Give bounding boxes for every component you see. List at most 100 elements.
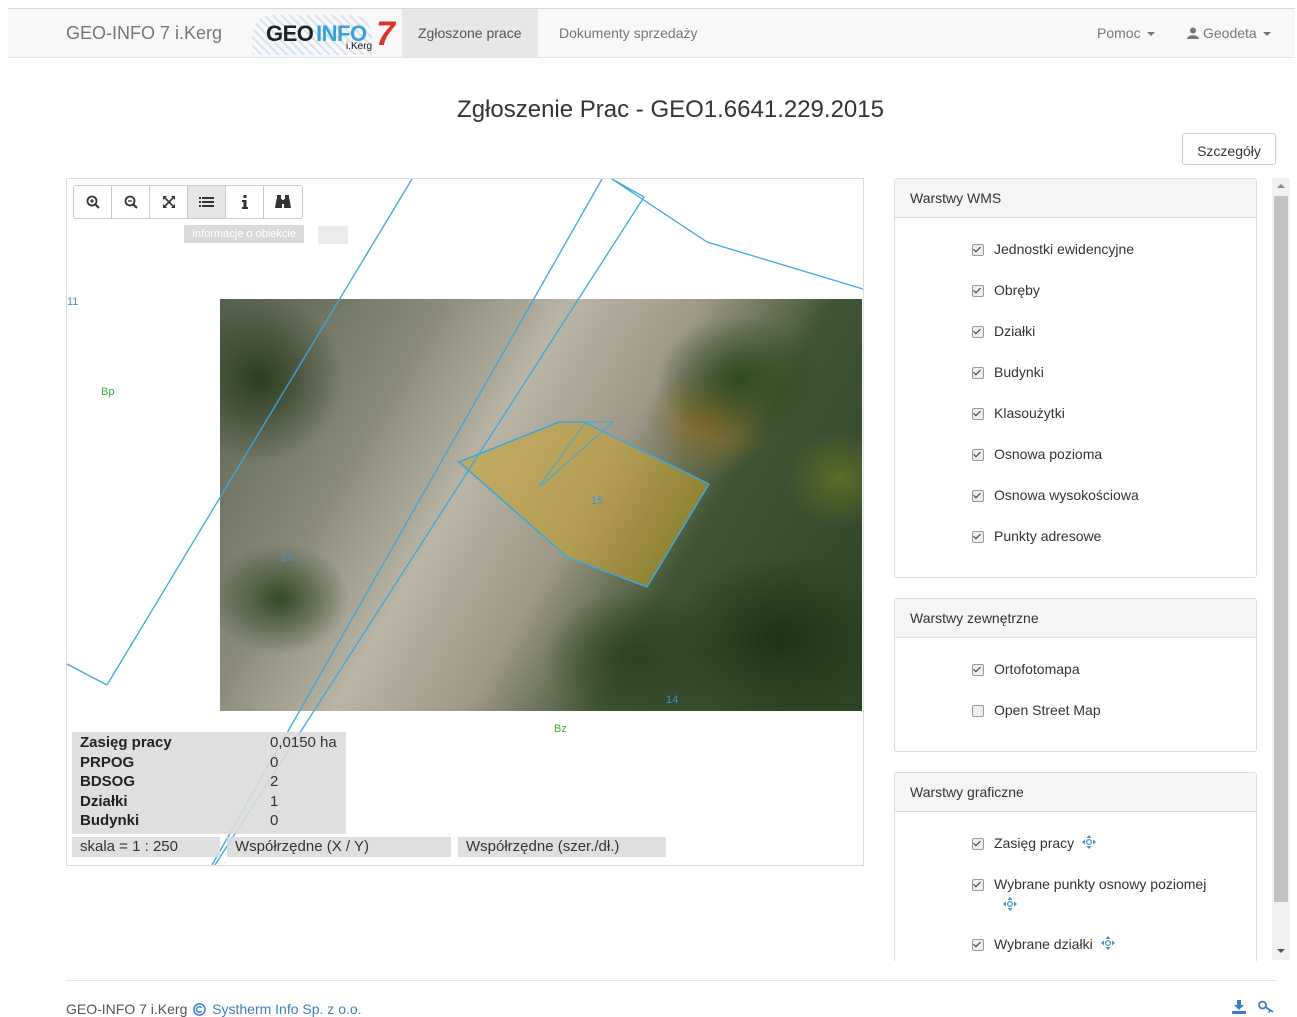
stat-value: 0 <box>270 753 279 771</box>
user-label: Geodeta <box>1203 25 1257 41</box>
panel-title: Warstwy WMS <box>895 179 1256 218</box>
geoinfo-logo[interactable]: GEO INFO 7 i.Kerg <box>248 15 400 55</box>
details-button[interactable]: Szczegóły <box>1182 133 1276 165</box>
locate-icon[interactable] <box>1003 897 1017 911</box>
checkbox[interactable] <box>972 838 984 850</box>
stat-key: Działki <box>80 792 128 810</box>
key-icon[interactable] <box>1258 1000 1274 1014</box>
user-menu[interactable]: Geodeta <box>1187 9 1271 57</box>
locate-icon[interactable] <box>1100 936 1115 950</box>
map-toolbar <box>73 185 303 219</box>
checkbox[interactable] <box>972 449 984 461</box>
parcel-boundary <box>67 663 108 686</box>
checkbox[interactable] <box>972 705 984 717</box>
tab-zgloszone-prace[interactable]: Zgłoszone prace <box>402 9 538 57</box>
layer-osnowa-wysokosciowa[interactable]: Osnowa wysokościowa <box>972 487 1139 503</box>
stat-row: PRPOG 0 <box>72 754 346 774</box>
layer-open-street-map[interactable]: Open Street Map <box>972 702 1101 718</box>
binoculars-button[interactable] <box>264 186 302 218</box>
checkbox[interactable] <box>972 285 984 297</box>
work-area-polygon <box>457 421 711 588</box>
layer-obreby[interactable]: Obręby <box>972 282 1040 298</box>
layer-label: Zasięg pracy <box>994 835 1075 851</box>
layer-jednostki-ewidencyjne[interactable]: Jednostki ewidencyjne <box>972 241 1134 257</box>
footer: GEO-INFO 7 i.Kerg Systherm Info Sp. z o.… <box>66 1001 362 1017</box>
user-icon <box>1187 27 1199 39</box>
map-view[interactable]: 11 Bp 13 15 14 Bz Informacje o obiekcie … <box>66 178 864 866</box>
zoom-out-icon <box>124 195 138 209</box>
layer-label: Wybrane działki <box>994 936 1093 952</box>
checkbox[interactable] <box>972 408 984 420</box>
layer-budynki[interactable]: Budynki <box>972 364 1044 380</box>
parcel-label-13: 13 <box>281 552 294 564</box>
coordinates-xy-readout: Współrzędne (X / Y) <box>227 837 451 857</box>
scrollbar-thumb[interactable] <box>1274 196 1288 902</box>
parcel-boundary <box>611 179 708 243</box>
stat-row: Działki 1 <box>72 793 346 813</box>
scroll-down-icon[interactable] <box>1277 949 1285 953</box>
parcel-boundary <box>706 241 863 290</box>
scale-readout: skala = 1 : 250 <box>72 837 220 857</box>
stat-key: PRPOG <box>80 753 135 771</box>
chevron-down-icon <box>1146 32 1155 37</box>
layer-wybrane-punkty-osnowy[interactable]: Wybrane punkty osnowy poziomej <box>972 876 1232 892</box>
panel-external-layers: Warstwy zewnętrzne Ortofotomapa Open Str… <box>894 598 1257 752</box>
checkbox[interactable] <box>972 939 984 951</box>
panel-title: Warstwy graficzne <box>895 773 1256 812</box>
layer-punkty-adresowe[interactable]: Punkty adresowe <box>972 528 1101 544</box>
layer-wybrane-dzialki[interactable]: Wybrane działki <box>972 936 1115 952</box>
parcel-boundary <box>611 179 645 198</box>
zoom-in-button[interactable] <box>74 186 112 218</box>
help-menu[interactable]: Pomoc <box>1097 9 1155 57</box>
work-stats-box: Zasięg pracy 0,0150 ha PRPOG 0 BDSOG 2 Dzia… <box>72 732 346 834</box>
info-icon <box>241 195 248 209</box>
footer-divider <box>66 980 1276 981</box>
zoom-out-button[interactable] <box>112 186 150 218</box>
list-button[interactable] <box>188 186 226 218</box>
layer-label: Klasoużytki <box>994 405 1065 421</box>
footer-brand: GEO-INFO 7 i.Kerg <box>66 1001 188 1017</box>
stat-value: 0 <box>270 812 279 829</box>
scroll-up-icon[interactable] <box>1277 184 1285 188</box>
fullscreen-button[interactable] <box>150 186 188 218</box>
checkbox[interactable] <box>972 490 984 502</box>
footer-icons <box>1232 1000 1274 1014</box>
copyright-icon <box>193 1003 207 1016</box>
checkbox[interactable] <box>972 664 984 676</box>
download-icon[interactable] <box>1232 1000 1246 1014</box>
parcel-label-15: 15 <box>591 495 604 507</box>
tab-dokumenty-sprzedazy[interactable]: Dokumenty sprzedaży <box>543 9 714 57</box>
panel-graphic-layers: Warstwy graficzne Zasięg pracy Wybrane p… <box>894 772 1257 961</box>
brand-link[interactable]: GEO-INFO 7 i.Kerg <box>66 23 222 44</box>
parcel-label-14: 14 <box>666 694 679 706</box>
stat-key: Budynki <box>80 812 140 829</box>
land-use-label-bz: Bz <box>554 723 567 735</box>
checkbox[interactable] <box>972 367 984 379</box>
panel-wms-layers: Warstwy WMS Jednostki ewidencyjne Obręby… <box>894 178 1257 578</box>
locate-icon[interactable] <box>1082 835 1097 849</box>
layer-label: Obręby <box>994 282 1040 298</box>
stat-key: BDSOG <box>80 773 136 790</box>
checkbox[interactable] <box>972 531 984 543</box>
logo-seven-text: 7 <box>376 15 395 53</box>
fullscreen-icon <box>162 196 175 208</box>
layer-label: Open Street Map <box>994 702 1101 718</box>
layer-zasieg-pracy[interactable]: Zasięg pracy <box>972 835 1097 851</box>
stat-key: Zasięg pracy <box>80 734 172 751</box>
checkbox[interactable] <box>972 326 984 338</box>
checkbox[interactable] <box>972 244 984 256</box>
layer-dzialki[interactable]: Działki <box>972 323 1035 339</box>
info-button[interactable] <box>226 186 264 218</box>
layer-osnowa-pozioma[interactable]: Osnowa pozioma <box>972 446 1102 462</box>
checkbox[interactable] <box>972 879 984 891</box>
logo-kerg-text: i.Kerg <box>346 41 373 52</box>
stat-value: 0,0150 ha <box>270 734 337 751</box>
land-use-label-bp: Bp <box>101 386 115 398</box>
company-link[interactable]: Systherm Info Sp. z o.o. <box>212 1001 361 1017</box>
stat-row: BDSOG 2 <box>72 773 346 793</box>
zoom-in-icon <box>86 195 100 209</box>
logo-geo-text: GEO <box>266 21 314 46</box>
layer-klasouzytki[interactable]: Klasoużytki <box>972 405 1065 421</box>
list-icon <box>199 197 214 207</box>
layer-ortofotomapa[interactable]: Ortofotomapa <box>972 661 1080 677</box>
